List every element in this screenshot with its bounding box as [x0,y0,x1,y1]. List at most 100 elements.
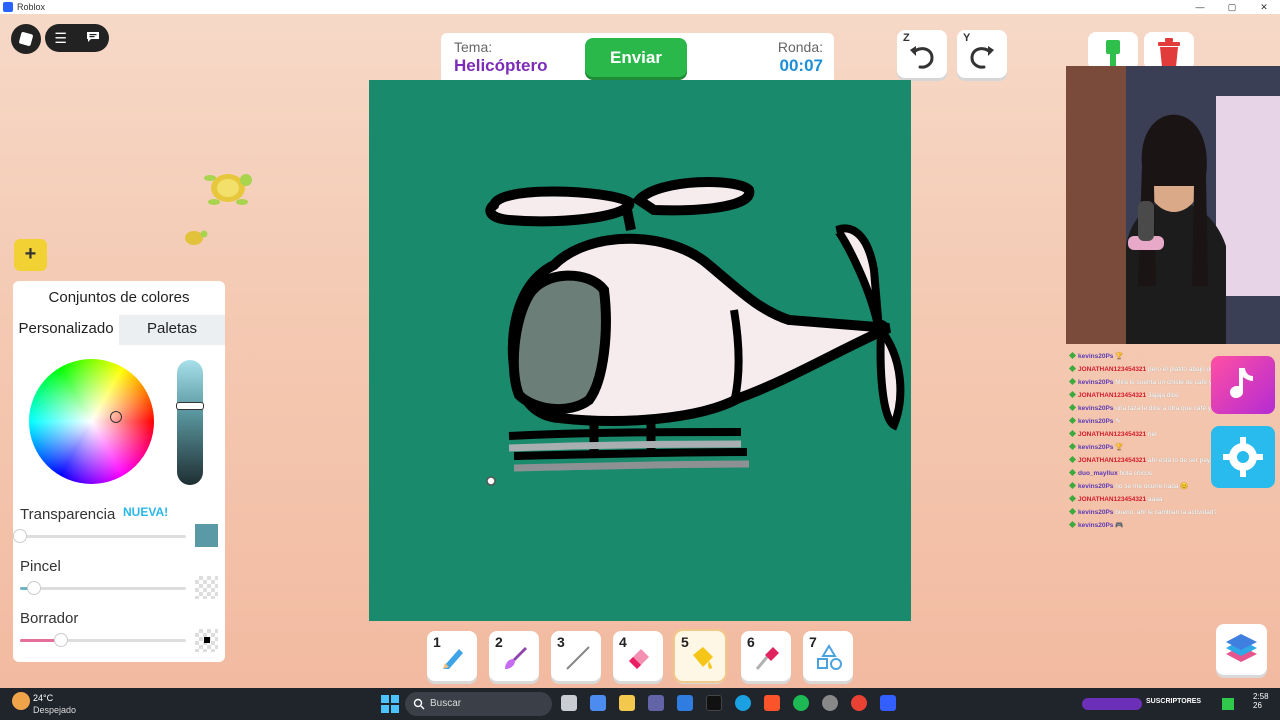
redo-icon [970,46,994,69]
transparency-label: Transparencia [20,506,116,523]
fill-bucket-icon [693,647,713,669]
transparency-slider[interactable] [20,535,186,538]
tiktok-app-icon[interactable] [706,695,722,711]
tiktok-button[interactable] [1211,356,1275,414]
clock-date: 26 [1253,701,1262,710]
windows-start-icon[interactable] [381,695,399,713]
roblox-app-icon [3,2,13,12]
chat-badge-icon [1068,507,1077,516]
obs-icon[interactable] [822,695,838,711]
weather-temperature: 24°C [33,693,54,703]
roblox-logo-button[interactable] [11,24,41,54]
chat-badge-icon [1068,520,1077,529]
chat-badge-icon [1068,455,1077,464]
roblox-menu-pill[interactable]: ☰ [45,24,109,52]
redo-button[interactable]: Y [957,30,1007,78]
widgets-icon[interactable] [590,695,606,711]
teams-icon[interactable] [648,695,664,711]
brave-icon[interactable] [764,695,780,711]
chat-username: JONATHAN123454321 [1078,457,1147,464]
settings-button[interactable] [1211,426,1275,488]
submit-button[interactable]: Enviar [585,38,687,77]
spotify-icon[interactable] [793,695,809,711]
undo-button[interactable]: Z [897,30,947,78]
color-wheel-picker[interactable] [110,411,122,423]
search-icon [413,698,425,710]
tool-fill-bucket[interactable]: 5 [675,631,725,681]
edge-icon[interactable] [735,695,751,711]
tool-shapes[interactable]: 7 [803,631,853,681]
chat-text: 🎮 [1115,522,1124,529]
clear-canvas-button[interactable] [1144,32,1194,70]
chat-username: kevins20Ps [1078,353,1114,360]
close-button[interactable]: ✕ [1248,0,1280,14]
brush-size-slider[interactable] [20,587,186,590]
selected-color-swatch [195,524,218,547]
chat-badge-icon [1068,351,1077,360]
chat-message: kevins20Ps Mira le cuenta un chiste de c… [1066,376,1216,389]
line-icon [566,646,590,670]
chat-username: kevins20Ps [1078,444,1114,451]
chat-badge-icon [1068,416,1077,425]
color-panel-tabs: Personalizado Paletas [13,315,225,345]
chat-text: 🏆 [1115,444,1124,451]
window-title-bar: Roblox — ▢ ✕ [0,0,1280,14]
tool-eraser[interactable]: 4 [613,631,663,681]
tab-custom[interactable]: Personalizado [13,315,119,345]
trash-icon [1158,38,1180,67]
brightness-slider-handle[interactable] [176,402,204,410]
mail-icon[interactable] [677,695,693,711]
layers-button[interactable] [1216,624,1267,675]
taskbar-search-box[interactable]: Buscar [405,692,552,716]
pencil-icon [443,649,463,669]
gear-icon [1223,437,1263,477]
kick-icon[interactable] [1222,698,1234,710]
chat-message: kevins20Ps 🏆 [1066,350,1216,363]
tool-eyedropper[interactable]: 6 [741,631,791,681]
eraser-size-slider[interactable] [20,639,186,642]
eraser-size-label: Borrador [20,610,79,627]
chat-badge-icon [1068,377,1077,386]
music-note-icon [1230,368,1253,398]
round-timer: 00:07 [779,56,823,75]
clock: 2:58 26 [1253,692,1269,710]
brightness-slider[interactable] [177,360,203,485]
roblox-taskbar-icon[interactable] [880,695,896,711]
drawing-canvas[interactable] [369,80,911,621]
tool-pencil[interactable]: 1 [427,631,477,681]
chat-text: Mira le cuenta un chiste de café y lo [1115,379,1216,386]
stream-widget [1082,698,1142,710]
chat-username: JONATHAN123454321 [1078,366,1147,373]
hamburger-icon[interactable]: ☰ [54,30,67,47]
maximize-button[interactable]: ▢ [1216,0,1248,14]
chat-text: Jajaja dice [1147,392,1179,399]
chat-badge-icon [1068,442,1077,451]
add-button[interactable]: + [14,239,47,271]
chat-username: kevins20Ps [1078,509,1114,516]
layers-icon [1226,634,1257,662]
chat-badge-icon [1068,494,1077,503]
chat-text: bueno, ahí le cambian la actividad? [1115,509,1216,516]
eyedropper-icon [755,647,779,670]
chat-username: duo_mayllux [1078,470,1118,477]
tool-brush[interactable]: 2 [489,631,539,681]
round-label: Ronda: [777,39,823,55]
brush-color-button[interactable] [1088,32,1138,70]
eraser-size-slider-handle[interactable] [54,633,68,647]
transparency-slider-handle[interactable] [13,529,27,543]
tool-line[interactable]: 3 [551,631,601,681]
chat-badge-icon [1068,468,1077,477]
chat-message: kevins20Ps bueno, ahí le cambian la acti… [1066,506,1216,519]
brush-size-slider-handle[interactable] [27,581,41,595]
color-panel-title: Conjuntos de colores [48,289,190,306]
file-explorer-icon[interactable] [619,695,635,711]
minimize-button[interactable]: — [1184,0,1216,14]
color-wheel[interactable] [29,359,154,484]
chrome-icon[interactable] [851,695,867,711]
task-view-icon[interactable] [561,695,577,711]
tab-palettes[interactable]: Paletas [119,315,225,345]
chat-badge-icon [1068,429,1077,438]
chat-icon[interactable] [86,30,100,46]
chat-text: nel [1147,431,1157,438]
chat-message: JONATHAN123454321 pero el platito abajo … [1066,363,1216,376]
